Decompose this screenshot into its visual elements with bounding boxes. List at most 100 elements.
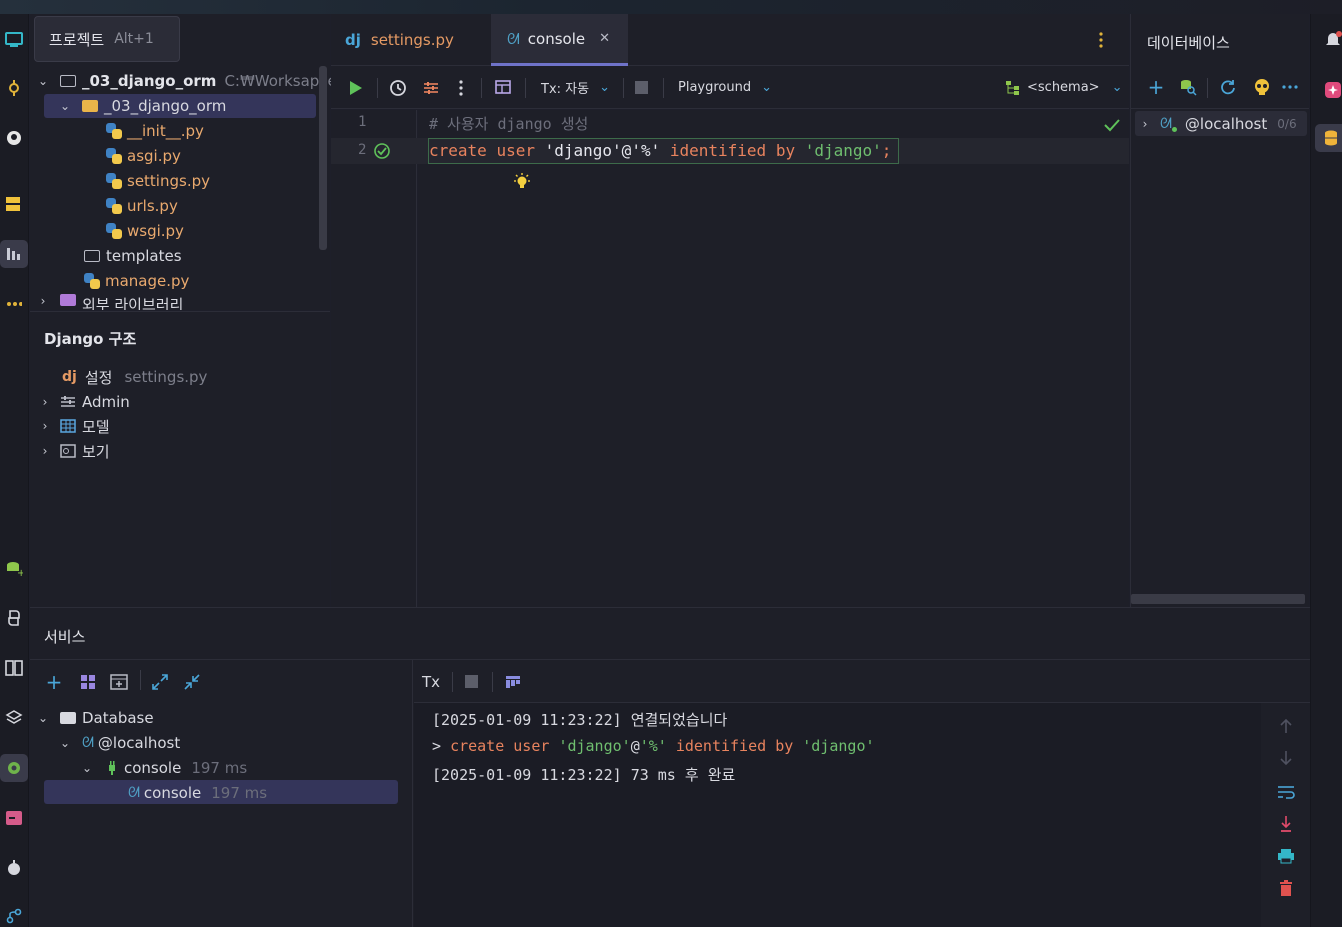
tab-console[interactable]: ᘛ console ✕ xyxy=(491,14,628,66)
trash-icon[interactable] xyxy=(1277,879,1295,897)
stop-icon xyxy=(635,81,648,94)
git-branch-icon[interactable] xyxy=(0,902,28,927)
services-gear-icon[interactable] xyxy=(0,754,28,782)
collapse-all-icon[interactable] xyxy=(182,672,202,692)
chevron-right-icon[interactable]: › xyxy=(1138,117,1152,131)
tree-templates-folder[interactable]: templates xyxy=(84,244,182,268)
schema-dropdown[interactable]: <schema> ⌄ xyxy=(1005,66,1122,109)
print-icon[interactable] xyxy=(1277,847,1295,865)
django-settings-row[interactable]: dj 설정 settings.py xyxy=(62,365,207,389)
layout-button[interactable] xyxy=(505,660,521,703)
mysql-dolphin-icon: ᘛ xyxy=(1160,116,1172,132)
stop-button[interactable] xyxy=(635,66,648,109)
settings-button[interactable] xyxy=(423,66,439,109)
root-folder-name: _03_django_orm xyxy=(82,72,217,90)
tree-file[interactable]: manage.py xyxy=(84,269,189,293)
tree-file[interactable]: asgi.py xyxy=(106,144,181,168)
project-scrollbar[interactable] xyxy=(319,66,327,250)
github-icon[interactable] xyxy=(0,124,28,152)
django-admin-row[interactable]: › Admin xyxy=(38,390,130,414)
problems-icon[interactable] xyxy=(0,854,28,882)
add-icon[interactable]: + xyxy=(1147,75,1165,99)
tx-label: Tx xyxy=(422,672,441,691)
schema-tree-icon xyxy=(1006,80,1019,95)
terminal-icon[interactable] xyxy=(0,804,28,832)
chevron-down-icon[interactable]: ⌄ xyxy=(80,761,94,775)
arrow-up-icon[interactable] xyxy=(1277,717,1295,735)
layers-icon[interactable] xyxy=(0,704,28,732)
chevron-right-icon[interactable]: › xyxy=(38,395,52,409)
chevron-down-icon[interactable]: ⌄ xyxy=(58,736,72,750)
database-horizontal-scrollbar[interactable] xyxy=(1131,594,1305,604)
more-button[interactable] xyxy=(459,66,463,109)
monitor-icon[interactable] xyxy=(0,26,28,54)
db-host-label: @localhost xyxy=(1184,115,1268,133)
playground-dropdown[interactable]: Playground ⌄ xyxy=(678,66,772,109)
django-views-row[interactable]: › 보기 xyxy=(38,439,110,463)
mysql-dolphin-icon: ᘛ xyxy=(82,735,94,751)
sql-string: '%' xyxy=(639,737,667,755)
chevron-right-icon[interactable]: › xyxy=(38,419,52,433)
tab-console-label: console xyxy=(527,29,586,48)
lightbulb-icon[interactable] xyxy=(512,172,532,196)
data-source-search-icon[interactable] xyxy=(1179,78,1197,96)
stop-button[interactable] xyxy=(465,660,478,703)
python-file-icon xyxy=(84,273,100,289)
results-layout-button[interactable] xyxy=(495,66,513,109)
project-tool-tab[interactable]: 프로젝트 Alt+1 xyxy=(34,16,180,62)
python-packages-icon[interactable]: + xyxy=(0,554,28,582)
tx-mode-dropdown[interactable]: Tx: 자동 ⌄ xyxy=(541,66,610,109)
svc-database-node[interactable]: ⌄ Database xyxy=(36,706,154,730)
tree-package[interactable]: ⌄ _03_django_orm xyxy=(58,94,226,118)
chevron-right-icon[interactable]: › xyxy=(36,294,50,308)
new-tab-icon[interactable] xyxy=(108,672,130,692)
chevron-down-icon[interactable]: ⌄ xyxy=(58,99,72,113)
scroll-to-end-icon[interactable] xyxy=(1277,815,1295,833)
svc-subconsole-node[interactable]: ᘛ console 197 ms xyxy=(128,781,267,805)
refresh-icon[interactable] xyxy=(1219,78,1237,96)
sliders-icon xyxy=(424,81,438,94)
book-icon[interactable] xyxy=(0,654,28,682)
separator xyxy=(492,672,493,692)
tab-options-button[interactable] xyxy=(1099,14,1103,66)
group-by-icon[interactable] xyxy=(78,672,98,692)
expand-all-icon[interactable] xyxy=(150,672,170,692)
more-horizontal-icon[interactable] xyxy=(1281,78,1299,96)
services-output-toolbar: Tx xyxy=(414,660,1310,703)
structure-icon[interactable] xyxy=(0,190,28,218)
db-localhost-node[interactable]: › ᘛ @localhost 0/6 xyxy=(1138,112,1297,136)
tree-file[interactable]: urls.py xyxy=(106,194,178,218)
tree-file[interactable]: settings.py xyxy=(106,169,210,193)
django-models-row[interactable]: › 모델 xyxy=(38,414,110,438)
svc-localhost-node[interactable]: ⌄ ᘛ @localhost xyxy=(58,731,180,755)
connected-message: 연결되었습니다 xyxy=(630,711,728,729)
skull-icon[interactable] xyxy=(1253,78,1271,96)
database-icon[interactable] xyxy=(1315,124,1342,152)
notifications-bell-icon[interactable] xyxy=(1319,26,1342,54)
tree-root[interactable]: ⌄ _03_django_orm C:₩Worksapces xyxy=(36,69,345,93)
tree-external-libraries[interactable]: › 외부 라이브러리 xyxy=(36,294,183,310)
chevron-down-icon[interactable]: ⌄ xyxy=(36,711,50,725)
arrow-down-icon[interactable] xyxy=(1277,749,1295,767)
python-console-icon[interactable] xyxy=(0,604,28,632)
svc-console-node[interactable]: ⌄ console 197 ms xyxy=(80,756,247,780)
django-structure-icon[interactable] xyxy=(0,240,28,268)
chevron-right-icon[interactable]: › xyxy=(38,444,52,458)
tree-file[interactable]: __init__.py xyxy=(106,119,204,143)
add-service-icon[interactable]: + xyxy=(44,670,64,694)
tx-button[interactable]: Tx xyxy=(422,660,440,703)
more-tools-icon[interactable] xyxy=(0,290,28,318)
tree-file[interactable]: wsgi.py xyxy=(106,219,184,243)
soft-wrap-icon[interactable] xyxy=(1277,783,1295,801)
file-name: __init__.py xyxy=(127,122,204,140)
commit-icon[interactable] xyxy=(0,74,28,102)
tab-settings[interactable]: dj settings.py xyxy=(345,14,454,66)
sql-string: 'django' xyxy=(558,737,631,755)
history-button[interactable] xyxy=(389,66,407,109)
close-icon[interactable]: ✕ xyxy=(599,31,610,46)
svc-subconsole-label: console xyxy=(143,784,202,802)
sql-at-sign: @ xyxy=(630,737,640,755)
ai-assistant-icon[interactable] xyxy=(1319,76,1342,104)
execute-button[interactable] xyxy=(349,66,363,109)
chevron-down-icon[interactable]: ⌄ xyxy=(36,74,50,88)
